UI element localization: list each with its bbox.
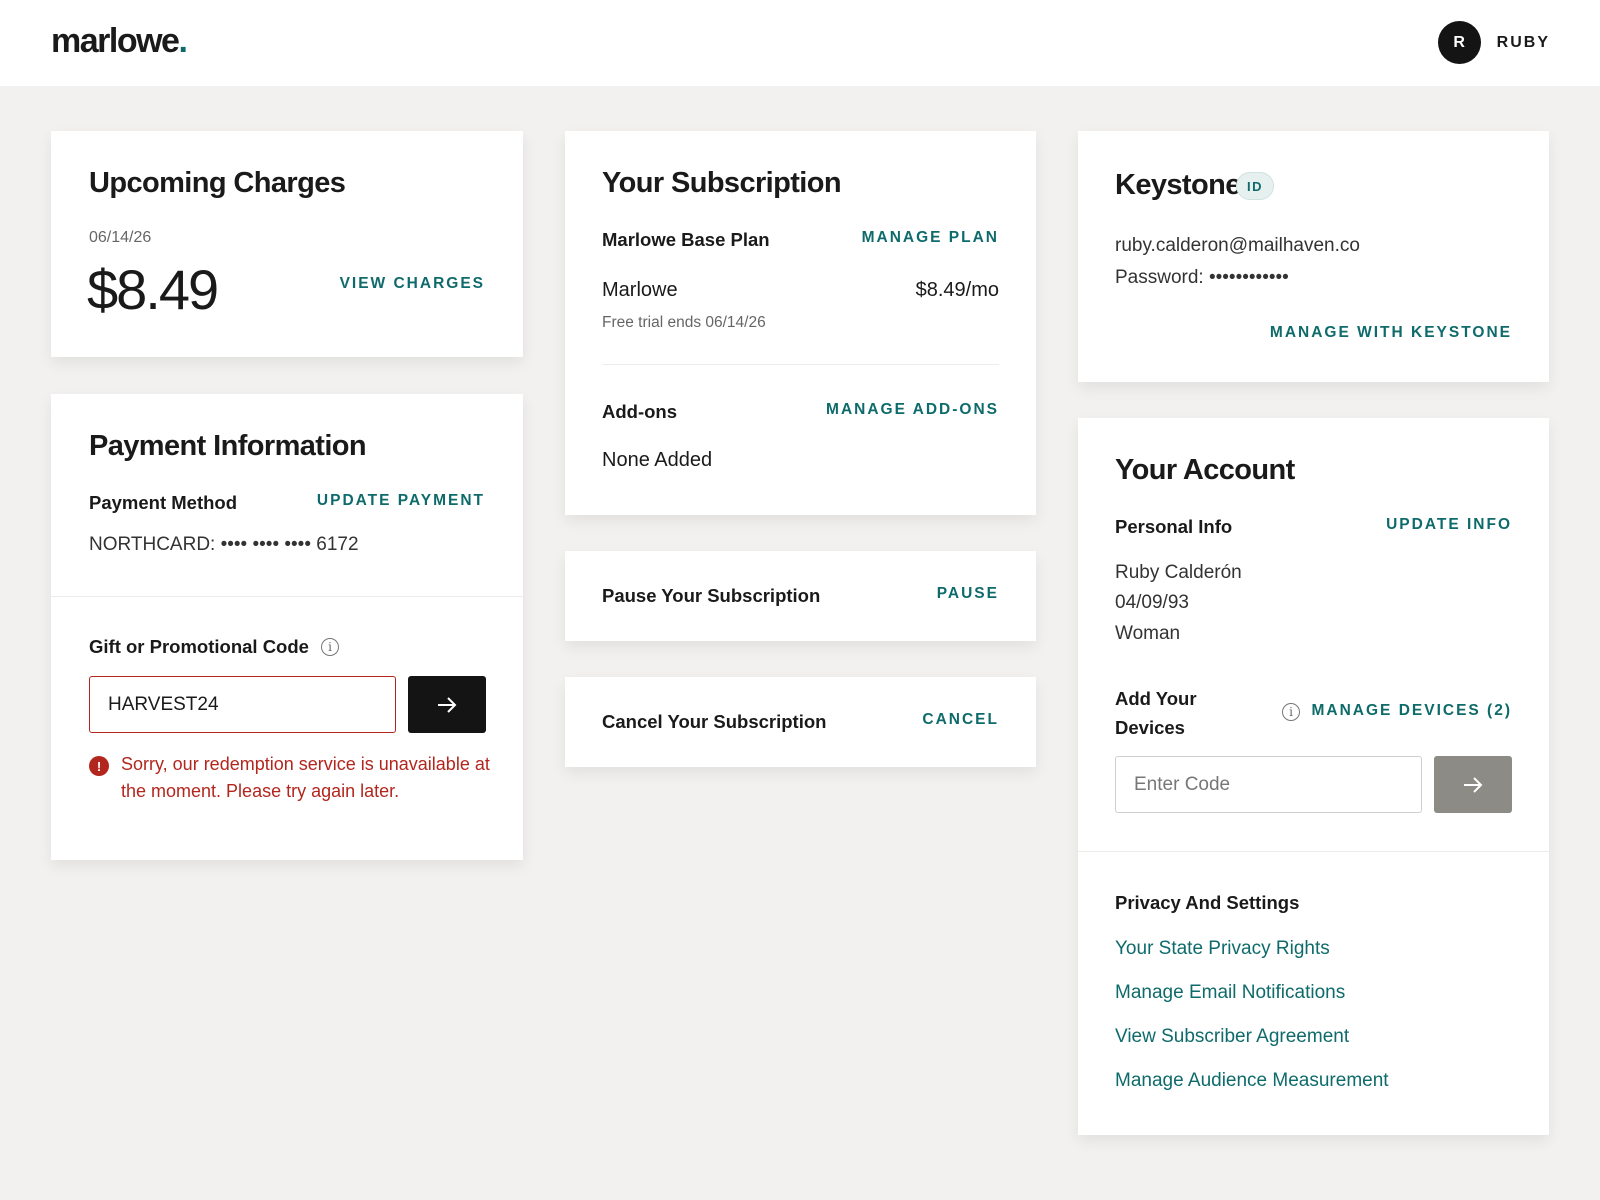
info-icon[interactable]: i	[321, 638, 339, 656]
upcoming-charges-title: Upcoming Charges	[89, 167, 346, 199]
user-menu[interactable]: R RUBY	[1437, 21, 1550, 64]
marlowe-logo[interactable]: marlowe.	[51, 22, 188, 61]
cancel-subscription-label: Cancel Your Subscription	[602, 711, 827, 732]
account-title: Your Account	[1115, 454, 1295, 486]
device-code-input[interactable]: Enter Code	[1115, 756, 1422, 813]
update-info-link[interactable]: UPDATE INFO	[1386, 516, 1512, 534]
submit-device-code-button[interactable]	[1434, 756, 1512, 813]
promo-code-label: Gift or Promotional Code	[89, 636, 309, 657]
keystone-card: Keystone ID ruby.calderon@mailhaven.co P…	[1078, 131, 1549, 382]
device-code-placeholder: Enter Code	[1134, 773, 1231, 795]
plan-price: $8.49/mo	[915, 279, 999, 301]
keystone-email: ruby.calderon@mailhaven.co	[1115, 235, 1360, 256]
manage-addons-link[interactable]: MANAGE ADD-ONS	[826, 401, 999, 419]
subscription-title: Your Subscription	[602, 167, 842, 199]
user-name[interactable]: RUBY	[1497, 34, 1550, 52]
info-icon[interactable]: i	[1282, 703, 1300, 721]
pause-subscription-label: Pause Your Subscription	[602, 585, 821, 606]
promo-error-message: Sorry, our redemption service is unavail…	[121, 754, 490, 801]
subscription-card: Your Subscription Marlowe Base Plan MANA…	[565, 131, 1036, 515]
subscription-divider	[602, 364, 999, 365]
payment-information-card: Payment Information Payment Method UPDAT…	[51, 394, 523, 860]
addons-value: None Added	[602, 449, 713, 471]
add-devices-label-line2: Devices	[1115, 717, 1185, 738]
audience-measurement-link[interactable]: Manage Audience Measurement	[1115, 1070, 1389, 1092]
arrow-right-icon	[1464, 776, 1483, 793]
pause-subscription-card: Pause Your Subscription PAUSE	[565, 551, 1036, 641]
cancel-link[interactable]: CANCEL	[922, 711, 999, 729]
pause-link[interactable]: PAUSE	[937, 585, 999, 603]
charge-amount: $8.49	[87, 258, 219, 321]
account-name: Ruby Calderón	[1115, 562, 1242, 583]
card-number: NORTHCARD: •••• •••• •••• 6172	[89, 534, 359, 555]
upcoming-charges-card: Upcoming Charges 06/14/26 $8.49 VIEW CHA…	[51, 131, 523, 357]
manage-plan-link[interactable]: MANAGE PLAN	[862, 229, 999, 247]
add-devices-label: Add Your Devices	[1115, 684, 1197, 742]
update-payment-link[interactable]: UPDATE PAYMENT	[317, 492, 485, 510]
privacy-settings-label: Privacy And Settings	[1115, 892, 1300, 913]
base-plan-label: Marlowe Base Plan	[602, 229, 770, 250]
email-notifications-link[interactable]: Manage Email Notifications	[1115, 982, 1345, 1004]
id-badge: ID	[1236, 172, 1274, 200]
view-charges-link[interactable]: VIEW CHARGES	[340, 275, 485, 293]
cancel-subscription-card: Cancel Your Subscription CANCEL	[565, 677, 1036, 767]
charge-date: 06/14/26	[89, 229, 152, 246]
promo-code-value: HARVEST24	[108, 693, 219, 715]
manage-keystone-link[interactable]: MANAGE WITH KEYSTONE	[1270, 324, 1512, 342]
promo-code-input[interactable]: HARVEST24	[89, 676, 396, 733]
personal-info-label: Personal Info	[1115, 516, 1233, 537]
manage-devices-link[interactable]: MANAGE DEVICES (2)	[1312, 702, 1513, 720]
account-dob: 04/09/93	[1115, 592, 1189, 613]
keystone-password: Password: ••••••••••••	[1115, 267, 1289, 288]
addons-label: Add-ons	[602, 401, 678, 422]
payment-divider	[51, 596, 523, 597]
keystone-title: Keystone	[1115, 169, 1241, 201]
subscriber-agreement-link[interactable]: View Subscriber Agreement	[1115, 1026, 1349, 1048]
account-card: Your Account Personal Info UPDATE INFO R…	[1078, 418, 1549, 1135]
payment-information-title: Payment Information	[89, 430, 367, 462]
error-icon: !	[89, 756, 109, 776]
top-bar: marlowe. R RUBY	[0, 0, 1600, 86]
trial-note: Free trial ends 06/14/26	[602, 314, 766, 331]
account-gender: Woman	[1115, 623, 1181, 644]
privacy-rights-link[interactable]: Your State Privacy Rights	[1115, 938, 1330, 960]
payment-method-label: Payment Method	[89, 492, 238, 513]
avatar[interactable]: R	[1437, 21, 1481, 64]
add-devices-label-line1: Add Your	[1115, 688, 1197, 709]
account-divider	[1078, 851, 1549, 852]
submit-promo-button[interactable]	[408, 676, 486, 733]
plan-name: Marlowe	[602, 279, 678, 301]
arrow-right-icon	[438, 696, 457, 713]
